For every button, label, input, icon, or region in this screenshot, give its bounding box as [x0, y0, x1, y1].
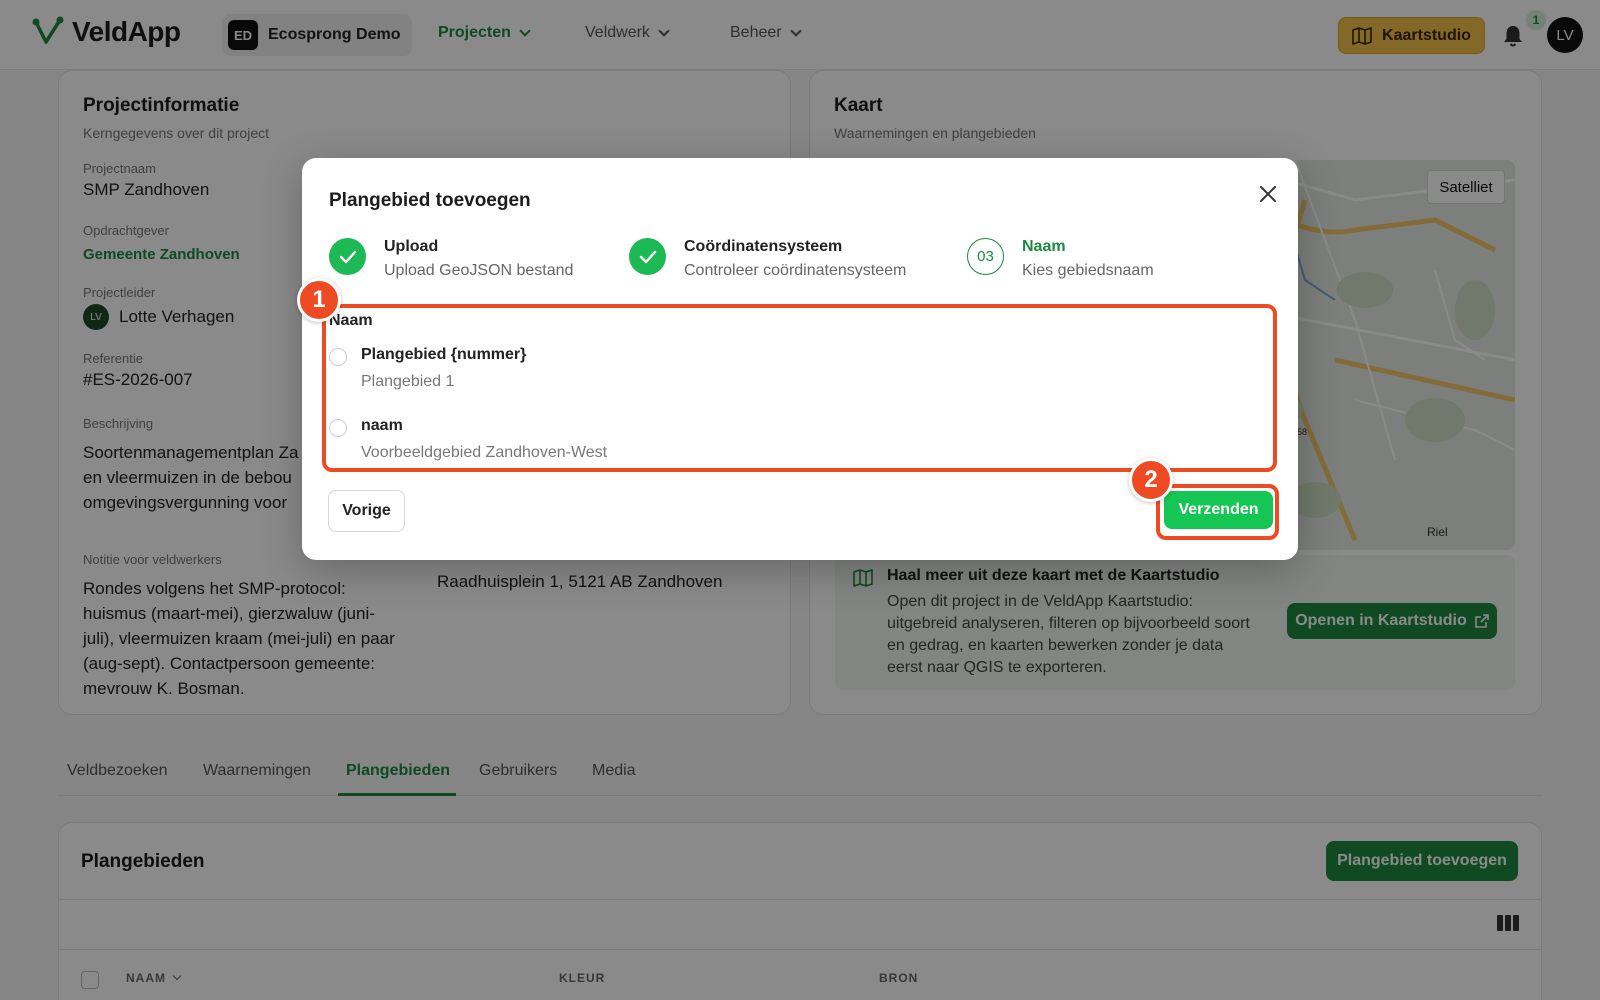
step-title: Upload — [384, 238, 439, 255]
step-title: Naam — [1022, 238, 1066, 255]
step-desc: Upload GeoJSON bestand — [384, 262, 574, 279]
step-desc: Controleer coördinatensysteem — [684, 262, 907, 279]
previous-button[interactable]: Vorige — [328, 490, 405, 532]
step-coordinate-system: Coördinatensysteem Controleer coördinate… — [629, 238, 906, 280]
step-desc: Kies gebiedsnaam — [1022, 262, 1154, 279]
annotation-box-submit — [1156, 484, 1279, 540]
annotation-box-name-options — [322, 304, 1277, 472]
annotation-marker-1: 1 — [297, 278, 341, 322]
check-icon — [629, 238, 666, 275]
annotation-marker-2: 2 — [1129, 458, 1173, 502]
check-icon — [329, 238, 366, 275]
dialog-title: Plangebied toevoegen — [329, 190, 531, 211]
close-icon[interactable] — [1254, 180, 1282, 208]
step-title: Coördinatensysteem — [684, 238, 843, 255]
step-name: 03 Naam Kies gebiedsnaam — [967, 238, 1154, 280]
step-upload: Upload Upload GeoJSON bestand — [329, 238, 573, 280]
step-number: 03 — [967, 238, 1004, 275]
